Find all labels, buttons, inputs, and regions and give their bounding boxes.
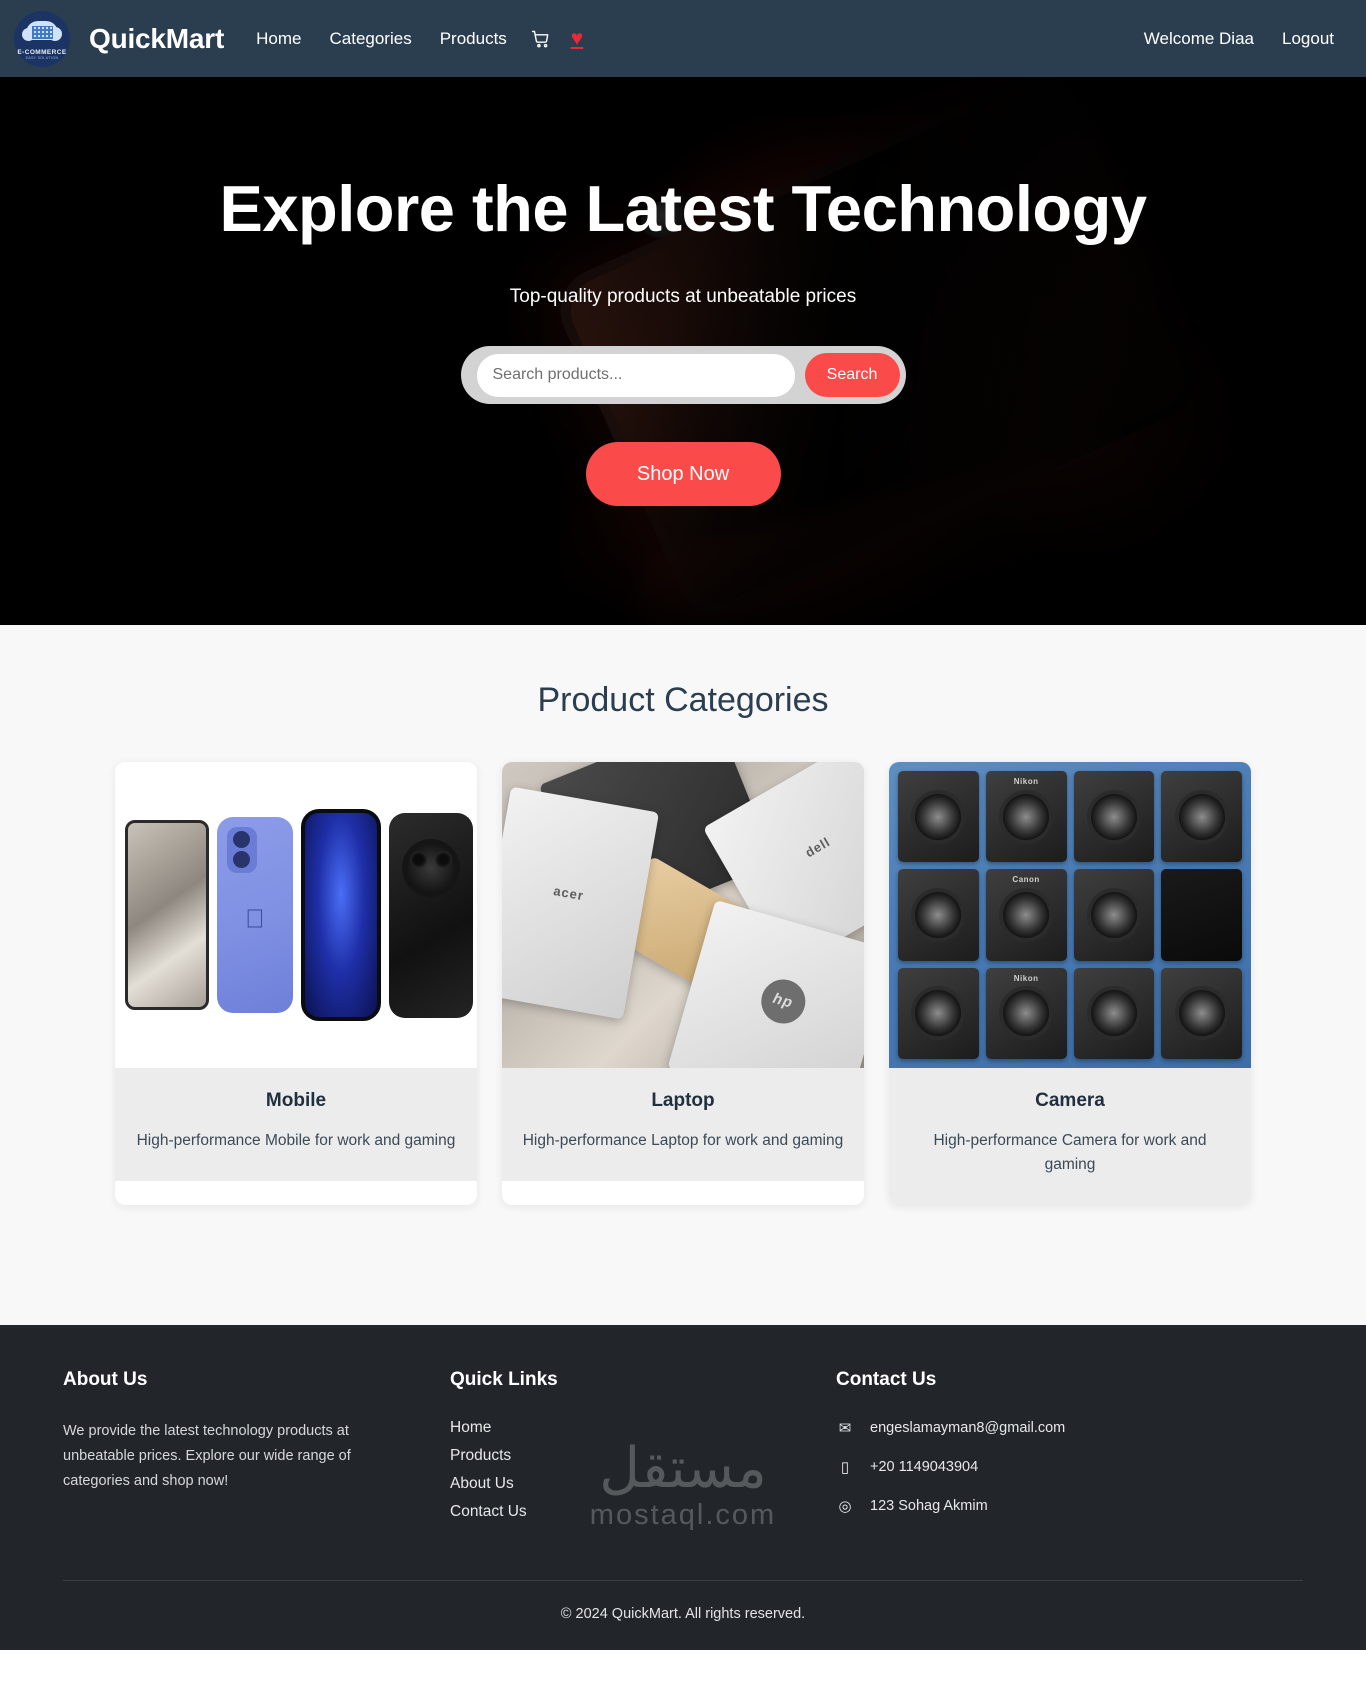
category-image-mobile:  [115, 762, 477, 1068]
footer-link-about-us[interactable]: About Us [450, 1475, 836, 1493]
logo-text-secondary: EASY SOLUTION [25, 55, 59, 60]
envelope-icon: ✉ [838, 1420, 852, 1438]
product-categories-section: Product Categories  Mobile High-perform… [0, 625, 1366, 1326]
footer-about-text: We provide the latest technology product… [63, 1423, 351, 1489]
footer-column-quick-links: Quick Links Home Products About Us Conta… [450, 1369, 836, 1536]
category-title: Mobile [265, 1090, 327, 1111]
category-title: Laptop [651, 1090, 715, 1111]
hero-section: Explore the Latest Technology Top-qualit… [0, 77, 1366, 625]
category-description: High-performance Laptop for work and gam… [522, 1132, 844, 1149]
footer-column-about: About Us We provide the latest technolog… [63, 1369, 450, 1536]
top-navigation-bar: E-COMMERCE EASY SOLUTION QuickMart Home … [0, 0, 1366, 77]
category-card-grid:  Mobile High-performance Mobile for wor… [0, 762, 1366, 1206]
category-image-laptop: acer dell hp [502, 762, 864, 1068]
footer-column-contact: Contact Us ✉ engeslamayman8@gmail.com ▯ … [836, 1369, 1223, 1536]
category-title: Camera [1035, 1090, 1105, 1111]
primary-nav: Home Categories Products ♥ [242, 22, 593, 55]
footer-contact-phone-value: +20 1149043904 [870, 1459, 979, 1476]
footer-quick-links-heading: Quick Links [450, 1369, 558, 1391]
logo-cloud-glyph [22, 18, 62, 48]
footer-contact-email[interactable]: ✉ engeslamayman8@gmail.com [836, 1419, 1223, 1437]
hero-title: Explore the Latest Technology [219, 172, 1147, 245]
wishlist-heart-icon[interactable]: ♥ [561, 22, 593, 55]
footer-contact-address-value: 123 Sohag Akmim [870, 1498, 988, 1515]
nav-item-home[interactable]: Home [242, 23, 315, 55]
search-button[interactable]: Search [804, 353, 900, 398]
footer-link-home[interactable]: Home [450, 1419, 836, 1437]
category-image-camera: Nikon Canon Nikon [889, 762, 1251, 1068]
logout-link[interactable]: Logout [1268, 23, 1348, 55]
section-title: Product Categories [537, 681, 829, 719]
logo-text-primary: E-COMMERCE [17, 48, 67, 56]
cart-icon[interactable] [521, 23, 561, 55]
map-pin-icon: ◎ [838, 1498, 852, 1516]
footer-copyright: © 2024 QuickMart. All rights reserved. [560, 1606, 806, 1623]
category-card-mobile[interactable]:  Mobile High-performance Mobile for wor… [115, 762, 477, 1206]
category-card-laptop[interactable]: acer dell hp Laptop High-performance Lap… [502, 762, 864, 1206]
quickmart-logo-icon[interactable]: E-COMMERCE EASY SOLUTION [14, 10, 70, 67]
nav-item-products[interactable]: Products [426, 23, 521, 55]
nav-item-categories[interactable]: Categories [315, 23, 425, 55]
hero-subtitle: Top-quality products at unbeatable price… [509, 286, 857, 308]
footer-link-contact-us[interactable]: Contact Us [450, 1503, 836, 1521]
mobile-phone-icon: ▯ [840, 1459, 850, 1477]
footer-contact-phone[interactable]: ▯ +20 1149043904 [836, 1458, 1223, 1476]
category-description: High-performance Mobile for work and gam… [136, 1132, 456, 1149]
brand-title[interactable]: QuickMart [89, 23, 224, 55]
footer-contact-heading: Contact Us [836, 1369, 937, 1391]
footer-contact-email-value: engeslamayman8@gmail.com [870, 1420, 1066, 1437]
navbar-right-group: Welcome Diaa Logout [1130, 23, 1348, 55]
footer-link-products[interactable]: Products [450, 1447, 836, 1465]
search-input[interactable] [476, 353, 795, 397]
welcome-user-label: Welcome Diaa [1143, 28, 1254, 48]
site-footer: About Us We provide the latest technolog… [0, 1325, 1366, 1651]
footer-about-heading: About Us [63, 1369, 148, 1391]
shop-now-button[interactable]: Shop Now [585, 442, 781, 507]
hero-search-bar: Search [460, 346, 906, 405]
category-card-camera[interactable]: Nikon Canon Nikon Camera High-performanc… [889, 762, 1251, 1206]
footer-contact-address[interactable]: ◎ 123 Sohag Akmim [836, 1497, 1223, 1515]
navbar-left-group: E-COMMERCE EASY SOLUTION QuickMart Home … [14, 10, 593, 67]
category-description: High-performance Camera for work and gam… [933, 1132, 1207, 1174]
